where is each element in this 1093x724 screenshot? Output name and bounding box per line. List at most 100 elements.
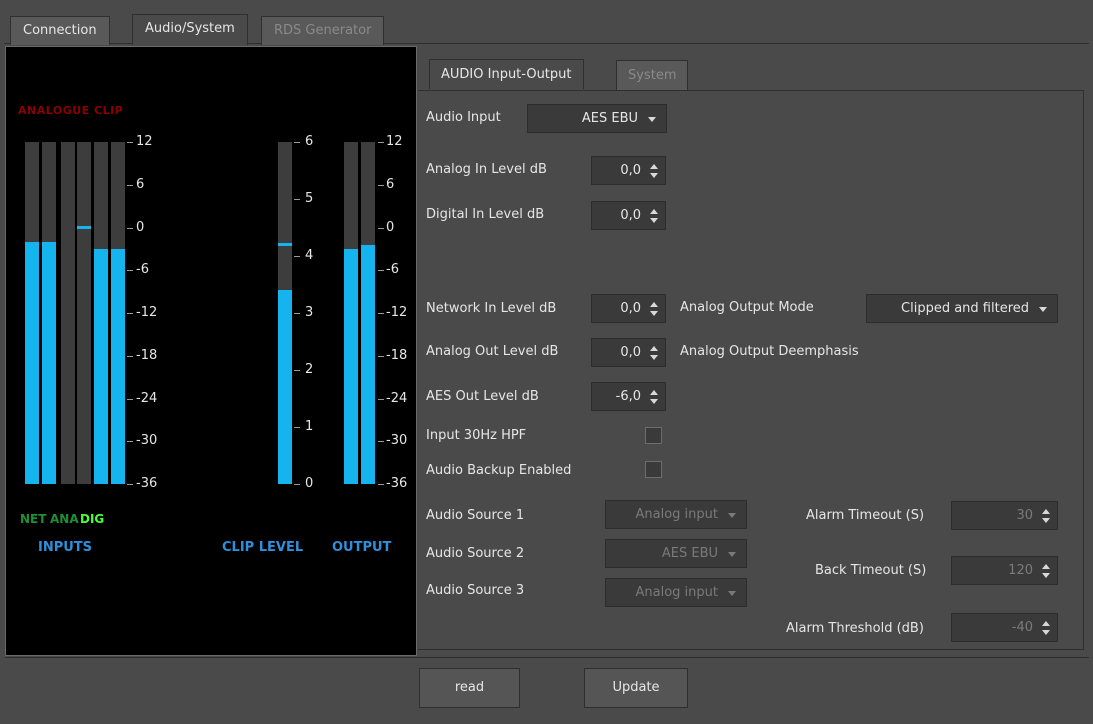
- audio-input-value: AES EBU: [581, 111, 638, 126]
- left-scale-label: -18: [136, 347, 158, 363]
- read-button[interactable]: read: [419, 668, 520, 708]
- input-meter-bar-2: [42, 142, 56, 484]
- clip-scale-label: 5: [305, 191, 314, 206]
- left-scale-label: 0: [136, 219, 145, 235]
- chevron-down-icon: [1039, 307, 1047, 312]
- analog-out-level-label: Analog Out Level dB: [426, 344, 559, 359]
- audio-source-3-label: Audio Source 3: [426, 583, 525, 598]
- right-scale-label: 6: [386, 176, 395, 192]
- alarm-timeout-label: Alarm Timeout (S): [806, 508, 925, 523]
- spin-arrows-icon[interactable]: [649, 343, 659, 363]
- analog-out-level-spinbox[interactable]: 0,0: [591, 338, 666, 367]
- input-30hz-hpf-label: Input 30Hz HPF: [426, 428, 527, 443]
- spin-arrows-icon[interactable]: [649, 387, 659, 407]
- audio-source-1-select[interactable]: Analog input: [605, 500, 747, 529]
- aes-out-level-spinbox[interactable]: -6,0: [591, 382, 666, 411]
- input-meter-bar-6: [111, 142, 125, 484]
- input-meter-bar-2-fill: [42, 241, 56, 484]
- clip-scale-label: 6: [305, 134, 314, 149]
- left-scale-tick: [127, 484, 133, 485]
- clip-scale-tick: [294, 370, 300, 371]
- alarm-timeout-spinbox[interactable]: 30: [951, 501, 1058, 530]
- spin-arrows-icon[interactable]: [1041, 561, 1051, 581]
- output-meter-bar-1-fill: [344, 248, 358, 484]
- left-scale-label: -24: [136, 390, 158, 406]
- spin-arrows-icon[interactable]: [1041, 506, 1051, 526]
- main-tab-bar: Connection Audio/System RDS Generator: [4, 6, 1089, 45]
- update-button[interactable]: Update: [584, 668, 688, 708]
- tab-rds-generator[interactable]: RDS Generator: [261, 16, 385, 45]
- alarm-threshold-label: Alarm Threshold (dB): [786, 621, 924, 636]
- audio-meter-panel: ANALOGUE CLIP NET ANA DIG INPUTS CLIP LE…: [5, 46, 417, 656]
- source-net-label: NET: [20, 512, 47, 526]
- right-scale-label: 0: [386, 219, 395, 235]
- network-in-level-spinbox[interactable]: 0,0: [591, 294, 666, 323]
- analog-output-mode-select[interactable]: Clipped and filtered: [866, 294, 1058, 323]
- analogue-clip-indicator: ANALOGUE CLIP: [18, 104, 124, 117]
- input-meter-bar-6-fill: [111, 248, 125, 484]
- audio-source-2-label: Audio Source 2: [426, 546, 525, 561]
- left-scale-tick: [127, 142, 133, 143]
- digital-in-level-label: Digital In Level dB: [426, 207, 545, 222]
- audio-backup-enabled-checkbox[interactable]: [645, 461, 662, 478]
- clip-peak-marker: [278, 242, 292, 246]
- left-scale-label: 12: [136, 134, 153, 149]
- clip-scale-tick: [294, 142, 300, 143]
- right-scale-tick: [378, 398, 384, 400]
- clip-scale-tick: [294, 199, 300, 200]
- alarm-timeout-value: 30: [1016, 508, 1033, 523]
- clip-scale-label: 1: [305, 419, 314, 434]
- audio-source-3-value: Analog input: [635, 585, 719, 600]
- chevron-down-icon: [728, 513, 736, 518]
- tab-audio-system[interactable]: Audio/System: [132, 14, 248, 45]
- analog-in-level-label: Analog In Level dB: [426, 162, 547, 177]
- button-bar: [5, 657, 1089, 719]
- left-scale-label: -30: [136, 433, 158, 449]
- source-ana-label: ANA: [50, 512, 79, 526]
- digital-in-level-spinbox[interactable]: 0,0: [591, 201, 666, 230]
- clip-scale-label: 0: [305, 476, 314, 491]
- spin-arrows-icon[interactable]: [649, 206, 659, 226]
- audio-input-select[interactable]: AES EBU: [527, 104, 667, 133]
- inputs-label: INPUTS: [38, 540, 93, 555]
- tab-connection[interactable]: Connection: [10, 16, 110, 45]
- spin-arrows-icon[interactable]: [1041, 618, 1051, 638]
- right-scale-label: -24: [386, 390, 408, 406]
- left-scale-tick: [127, 441, 133, 443]
- alarm-threshold-spinbox[interactable]: -40: [951, 613, 1058, 642]
- left-scale-tick: [127, 184, 133, 186]
- back-timeout-value: 120: [1008, 563, 1033, 578]
- source-dig-label: DIG: [80, 512, 105, 526]
- analog-in-level-spinbox[interactable]: 0,0: [591, 156, 666, 185]
- spin-arrows-icon[interactable]: [649, 161, 659, 181]
- alarm-threshold-value: -40: [1011, 620, 1033, 635]
- audio-source-2-select[interactable]: AES EBU: [605, 539, 747, 568]
- audio-source-3-select[interactable]: Analog input: [605, 578, 747, 607]
- clip-scale-label: 4: [305, 248, 314, 263]
- right-scale-tick: [378, 441, 384, 443]
- output-label: OUTPUT: [332, 540, 392, 555]
- back-timeout-spinbox[interactable]: 120: [951, 556, 1058, 585]
- right-scale-tick: [378, 355, 384, 357]
- subtab-audio-input-output[interactable]: AUDIO Input-Output: [429, 59, 584, 89]
- right-scale-label: 12: [386, 134, 403, 149]
- input-meter-bar-5-fill: [94, 248, 108, 484]
- network-in-level-label: Network In Level dB: [426, 301, 557, 316]
- right-scale-tick: [378, 227, 384, 229]
- spin-arrows-icon[interactable]: [649, 299, 659, 319]
- clip-scale-tick: [294, 256, 300, 257]
- right-scale-tick: [378, 313, 384, 314]
- input-meter-bar-3: [61, 142, 75, 484]
- input-30hz-hpf-checkbox[interactable]: [645, 427, 662, 444]
- analog-in-level-value: 0,0: [620, 163, 641, 178]
- right-scale-label: -12: [386, 305, 408, 320]
- clip-scale-tick: [294, 427, 300, 428]
- output-meter-bar-2: [361, 142, 375, 484]
- input-peak-marker-4: [77, 225, 91, 229]
- left-scale-tick: [127, 227, 133, 229]
- chevron-down-icon: [728, 591, 736, 596]
- clip-scale-tick: [294, 313, 300, 314]
- audio-source-2-value: AES EBU: [661, 546, 718, 561]
- subtab-system[interactable]: System: [616, 60, 689, 90]
- network-in-level-value: 0,0: [620, 301, 641, 316]
